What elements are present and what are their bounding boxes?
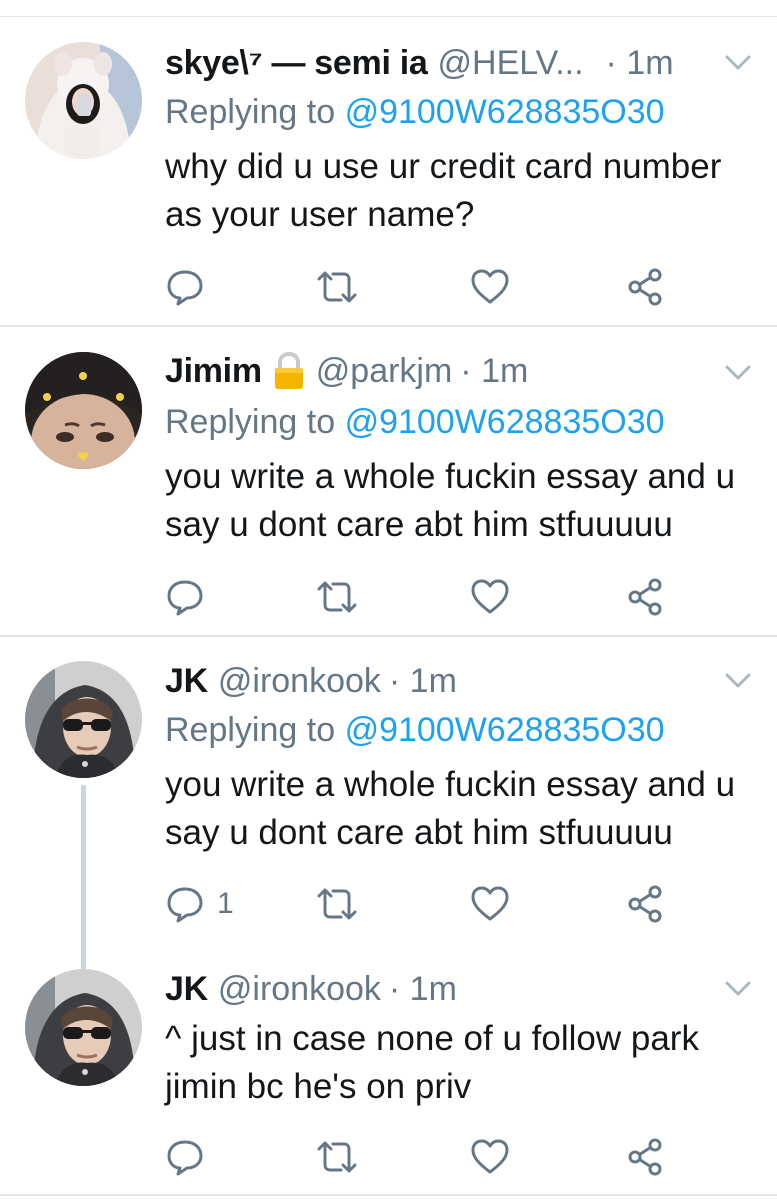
chevron-down-icon[interactable] — [724, 53, 752, 73]
share-button[interactable] — [625, 265, 665, 309]
avatar-photo-hoodie — [25, 42, 142, 159]
reply-icon — [167, 887, 203, 923]
timestamp[interactable]: · 1m — [389, 662, 457, 701]
display-name[interactable]: JK — [165, 970, 208, 1009]
replying-to-label: Replying to — [165, 403, 336, 441]
reply-icon — [167, 580, 203, 616]
chevron-down-icon[interactable] — [724, 363, 752, 383]
tweet-text: you write a whole fuckin essay and u say… — [165, 765, 736, 852]
timestamp[interactable]: · 1m — [460, 352, 528, 391]
share-button[interactable] — [625, 1135, 665, 1179]
tweet-1[interactable]: skye\⁷ — semi ia @HELV... · 1m Replying … — [0, 17, 777, 327]
reply-icon — [167, 270, 203, 306]
retweet-icon — [317, 271, 357, 303]
tweet-header: Jimim @parkjm · 1m — [165, 347, 528, 395]
chevron-down-icon[interactable] — [724, 979, 752, 999]
replying-to: Replying to @9100W628835O30 — [165, 711, 665, 757]
heart-icon — [471, 1139, 509, 1174]
retweet-icon — [317, 888, 357, 920]
thread-connector — [81, 785, 86, 957]
mention-link[interactable]: @9100W628835O30 — [345, 93, 665, 131]
lock-icon — [272, 351, 306, 391]
retweet-button[interactable] — [315, 1135, 359, 1179]
user-handle[interactable]: @HELV... — [438, 44, 584, 83]
reply-button[interactable]: 1 — [165, 882, 234, 926]
like-button[interactable] — [470, 882, 510, 926]
replying-to-label: Replying to — [165, 93, 336, 131]
tweet-3[interactable]: JK @ironkook · 1m Replying to @9100W6288… — [0, 637, 777, 957]
display-name[interactable]: Jimim — [165, 352, 262, 391]
avatar-jimim[interactable] — [25, 352, 142, 469]
reply-count: 1 — [217, 887, 234, 920]
tweet-text: ^ just in case none of u follow park jim… — [165, 1019, 699, 1106]
avatar-jk[interactable] — [25, 969, 142, 1086]
display-name[interactable]: skye\⁷ — semi ia — [165, 44, 428, 83]
share-button[interactable] — [625, 882, 665, 926]
heart-icon — [471, 579, 509, 614]
mention-link[interactable]: @9100W628835O30 — [345, 711, 665, 749]
retweet-icon — [317, 1141, 357, 1173]
tweet-actions: 1 — [165, 882, 685, 926]
tweet-header: JK @ironkook · 1m — [165, 965, 457, 1013]
heart-icon — [471, 269, 509, 304]
like-button[interactable] — [470, 265, 510, 309]
tweet-text: you write a whole fuckin essay and u say… — [165, 457, 736, 544]
tweet-header: skye\⁷ — semi ia @HELV... · 1m — [165, 39, 674, 87]
like-button[interactable] — [470, 1135, 510, 1179]
user-handle[interactable]: @parkjm — [316, 352, 453, 391]
share-button[interactable] — [625, 575, 665, 619]
replying-to: Replying to @9100W628835O30 — [165, 93, 665, 139]
share-icon — [628, 1138, 662, 1176]
tweet-actions — [165, 575, 685, 619]
timestamp[interactable]: · 1m — [606, 44, 674, 83]
replying-to: Replying to @9100W628835O30 — [165, 403, 665, 449]
chevron-down-icon[interactable] — [724, 671, 752, 691]
tweet-actions — [165, 1135, 685, 1179]
retweet-icon — [317, 581, 357, 613]
heart-icon — [471, 886, 509, 921]
like-button[interactable] — [470, 575, 510, 619]
replying-to-label: Replying to — [165, 711, 336, 749]
display-name[interactable]: JK — [165, 662, 208, 701]
share-icon — [628, 578, 662, 616]
retweet-button[interactable] — [315, 882, 359, 926]
avatar-photo-face — [25, 352, 142, 469]
mention-link[interactable]: @9100W628835O30 — [345, 403, 665, 441]
user-handle[interactable]: @ironkook — [218, 970, 381, 1009]
reply-icon — [167, 1140, 203, 1176]
tweet-2[interactable]: Jimim @parkjm · 1m Replying to @9100W628… — [0, 327, 777, 637]
share-icon — [628, 885, 662, 923]
avatar-photo-sunglasses — [25, 969, 142, 1086]
avatar-jk[interactable] — [25, 661, 142, 778]
timestamp[interactable]: · 1m — [389, 970, 457, 1009]
retweet-button[interactable] — [315, 265, 359, 309]
reply-button[interactable] — [165, 265, 217, 309]
thread-connector — [81, 957, 86, 969]
retweet-button[interactable] — [315, 575, 359, 619]
avatar-photo-sunglasses — [25, 661, 142, 778]
reply-feed: skye\⁷ — semi ia @HELV... · 1m Replying … — [0, 0, 777, 1200]
user-handle[interactable]: @ironkook — [218, 662, 381, 701]
share-icon — [628, 268, 662, 306]
tweet-actions — [165, 265, 685, 309]
tweet-header: JK @ironkook · 1m — [165, 657, 457, 705]
tweet-divider — [0, 1194, 777, 1196]
reply-button[interactable] — [165, 1135, 217, 1179]
tweet-4[interactable]: JK @ironkook · 1m ^ just in case none of… — [0, 957, 777, 1200]
tweet-text: why did u use ur credit card number as y… — [165, 147, 722, 234]
avatar-skye[interactable] — [25, 42, 142, 159]
reply-button[interactable] — [165, 575, 217, 619]
